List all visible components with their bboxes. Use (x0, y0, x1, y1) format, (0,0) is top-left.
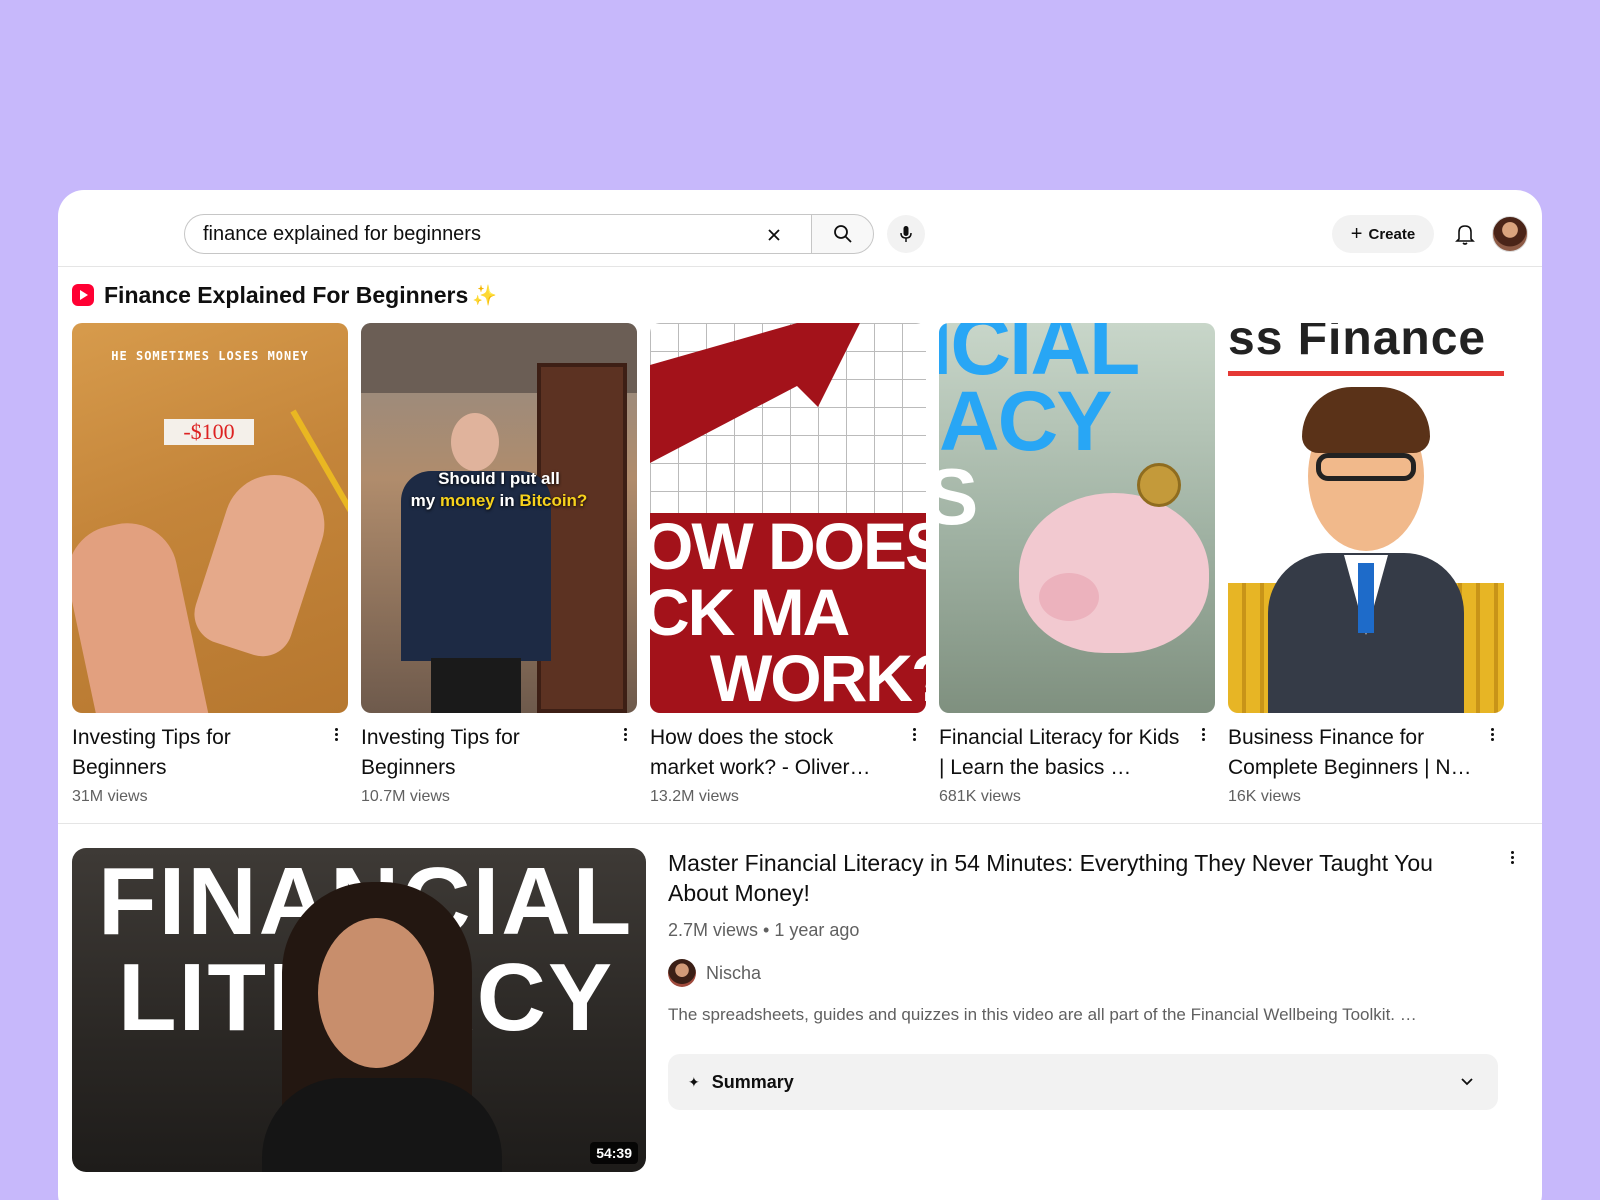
account-avatar[interactable] (1492, 216, 1528, 252)
short-title[interactable]: How does the stock market work? - Oliver… (650, 723, 898, 783)
short-views: 31M views (72, 788, 148, 805)
thumbnail-headline: ss Finance (1228, 323, 1487, 365)
short-title[interactable]: Business Finance for Complete Beginners … (1228, 723, 1476, 783)
video-description: The spreadsheets, guides and quizzes in … (668, 1005, 1417, 1024)
summary-label: Summary (711, 1071, 794, 1092)
glasses-graphic (1316, 453, 1416, 481)
sparkle-icon: ✦ (688, 1073, 700, 1090)
kebab-icon (1510, 850, 1514, 854)
short-title[interactable]: Investing Tips for Beginners (72, 723, 320, 783)
clear-search-button[interactable] (759, 220, 789, 250)
thumbnail-headline: OW DOES CK MA WORK? (650, 513, 926, 713)
browser-window: + Create Finance Explained For Beginners… (58, 190, 1542, 1200)
more-actions-button[interactable] (328, 723, 344, 745)
search-box (184, 214, 812, 254)
more-actions-button[interactable] (1484, 723, 1500, 745)
thumbnail-note: -$100 (164, 419, 254, 445)
kebab-icon (1201, 727, 1205, 731)
channel-avatar[interactable] (668, 959, 696, 987)
video-thumbnail[interactable]: FINANCIAL LITERACY 54:39 (72, 848, 646, 1172)
short-views: 16K views (1228, 788, 1301, 805)
piggy-snout-graphic (1039, 573, 1099, 621)
more-actions-button[interactable] (1504, 846, 1520, 868)
person-graphic (401, 413, 551, 713)
shelf-title: Finance Explained For Beginners (104, 281, 469, 308)
channel-name[interactable]: Nischa (706, 963, 761, 984)
close-icon (768, 229, 780, 241)
duration-badge: 54:39 (590, 1142, 638, 1164)
thumbnail-headline: ICIAL ACY (939, 323, 1140, 468)
more-actions-button[interactable] (617, 723, 633, 745)
mic-icon (900, 226, 912, 242)
short-card[interactable]: ss Finance Business Finance for Complete… (1228, 323, 1504, 806)
top-bar: + Create (58, 190, 1542, 267)
piggy-bank-graphic (1019, 493, 1209, 653)
thumbnail-caption: HE SOMETIMES LOSES MONEY (111, 349, 309, 363)
short-thumbnail[interactable]: ICIAL ACY S (939, 323, 1215, 713)
thumbnail-caption: Should I put all my money in Bitcoin? (410, 469, 588, 510)
short-card[interactable]: OW DOES CK MA WORK? How does the stock m… (650, 323, 926, 806)
shorts-icon (72, 284, 94, 306)
create-button[interactable]: + Create (1332, 215, 1434, 253)
notifications-button[interactable] (1448, 217, 1482, 251)
face-graphic (318, 918, 434, 1068)
short-title[interactable]: Financial Literacy for Kids | Learn the … (939, 723, 1187, 783)
short-card[interactable]: Should I put all my money in Bitcoin? In… (361, 323, 637, 806)
short-thumbnail[interactable]: HE SOMETIMES LOSES MONEY -$100 (72, 323, 348, 713)
video-title[interactable]: Master Financial Literacy in 54 Minutes:… (668, 848, 1498, 908)
chevron-down-icon (1456, 1071, 1478, 1093)
search-input[interactable] (203, 215, 743, 253)
kebab-icon (334, 727, 338, 731)
video-meta: 2.7M views • 1 year ago (668, 920, 860, 940)
short-title[interactable]: Investing Tips for Beginners (361, 723, 609, 783)
shorts-shelf-header: Finance Explained For Beginners ✨ (72, 280, 497, 310)
voice-search-button[interactable] (887, 215, 925, 253)
video-info: Master Financial Literacy in 54 Minutes:… (668, 848, 1498, 1025)
arrow-graphic (650, 323, 860, 463)
short-thumbnail[interactable]: OW DOES CK MA WORK? (650, 323, 926, 713)
hair-graphic (1302, 387, 1430, 453)
channel-row[interactable]: Nischa (668, 959, 1498, 987)
section-divider (58, 823, 1542, 824)
short-views: 681K views (939, 788, 1021, 805)
red-line-graphic (1228, 371, 1504, 376)
kebab-icon (623, 727, 627, 731)
more-actions-button[interactable] (1195, 723, 1211, 745)
short-card[interactable]: HE SOMETIMES LOSES MONEY -$100 Investing… (72, 323, 348, 806)
tie-graphic (1358, 563, 1374, 633)
coin-graphic (1137, 463, 1181, 507)
bell-icon (1455, 225, 1475, 245)
summary-toggle[interactable]: ✦ Summary (668, 1054, 1498, 1110)
short-thumbnail[interactable]: ss Finance (1228, 323, 1504, 713)
more-actions-button[interactable] (906, 723, 922, 745)
plus-icon: + (1350, 223, 1363, 245)
hand-graphic (186, 461, 338, 665)
create-label: Create (1368, 225, 1416, 243)
kebab-icon (912, 727, 916, 731)
short-views: 10.7M views (361, 788, 450, 805)
sparkle-icon: ✨ (472, 284, 498, 307)
short-thumbnail[interactable]: Should I put all my money in Bitcoin? (361, 323, 637, 713)
thumbnail-headline: S (939, 452, 978, 541)
kebab-icon (1490, 727, 1494, 731)
short-card[interactable]: ICIAL ACY S Financial Literacy for Kids … (939, 323, 1215, 806)
search-icon (833, 225, 852, 243)
short-views: 13.2M views (650, 788, 739, 805)
hand-graphic (72, 513, 212, 713)
search-button[interactable] (811, 214, 874, 254)
body-graphic (262, 1078, 502, 1172)
